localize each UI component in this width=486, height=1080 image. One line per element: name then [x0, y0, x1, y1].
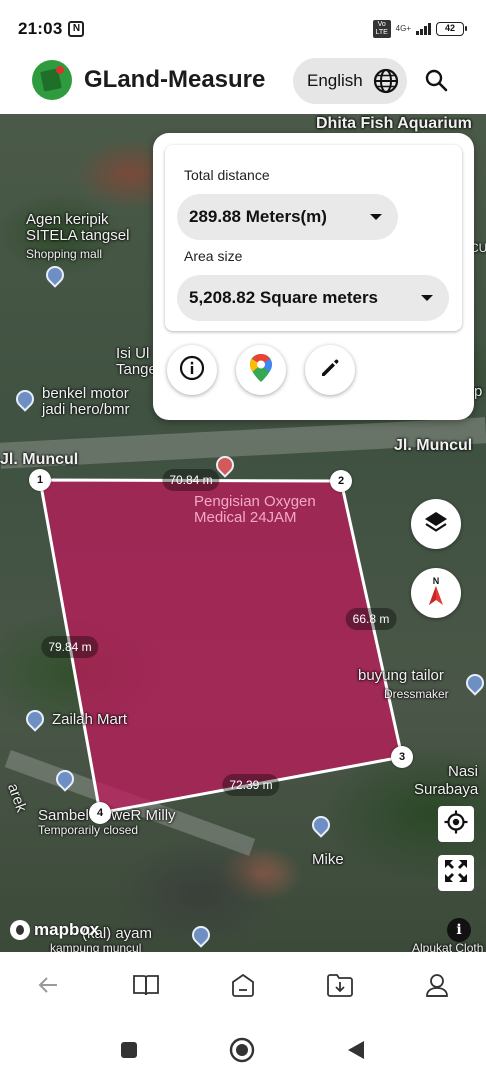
search-icon	[424, 69, 448, 96]
polygon-vertex-3[interactable]: 3	[391, 746, 413, 768]
total-distance-label: Total distance	[184, 167, 270, 183]
info-button[interactable]	[167, 345, 217, 395]
recents-icon	[119, 1040, 139, 1065]
bottom-toolbar	[0, 952, 486, 1022]
downloads-button[interactable]	[325, 972, 355, 1002]
nfc-icon: N	[68, 21, 85, 37]
mapbox-attribution: mapbox	[10, 920, 99, 940]
chevron-down-icon	[370, 214, 382, 220]
distance-value: 289.88 Meters(m)	[189, 207, 327, 226]
edge-length-label: 70.84 m	[162, 469, 220, 491]
volte-indicator: Vo LTE	[372, 20, 391, 38]
polygon-vertex-4[interactable]: 4	[89, 802, 111, 824]
area-value: 5,208.82 Square meters	[189, 288, 379, 307]
map-label-mike: Mike	[312, 851, 344, 868]
google-maps-icon	[249, 353, 273, 388]
account-button[interactable]	[422, 972, 452, 1002]
chevron-down-icon	[421, 295, 433, 301]
back-triangle-icon	[345, 1039, 367, 1066]
battery-icon: 42	[436, 22, 467, 36]
layers-button[interactable]	[411, 499, 461, 549]
edit-pencil-icon	[319, 357, 341, 384]
attribution-info-button[interactable]: i	[447, 918, 471, 942]
back-arrow-icon	[36, 973, 60, 1002]
book-icon	[132, 973, 160, 1002]
map-label-temporarily-closed: Temporarily closed	[38, 823, 139, 837]
language-selector[interactable]: English	[293, 58, 407, 104]
system-back-button[interactable]	[344, 1040, 368, 1064]
my-location-button[interactable]	[438, 806, 474, 842]
map-label-zailah: Zailah Mart	[52, 711, 128, 728]
system-navigation-bar	[0, 1022, 486, 1080]
edge-length-label: 79.84 m	[41, 636, 99, 658]
polygon-vertex-2[interactable]: 2	[330, 470, 352, 492]
measurement-summary: Total distance 289.88 Meters(m) Area siz…	[165, 145, 462, 331]
system-home-button[interactable]	[229, 1037, 255, 1064]
bookmarks-button[interactable]	[131, 972, 161, 1002]
compass-icon: N	[425, 575, 447, 612]
signal-icon	[416, 23, 431, 35]
fullscreen-button[interactable]	[438, 855, 474, 891]
back-button[interactable]	[33, 972, 63, 1002]
layers-icon	[423, 509, 449, 540]
language-label: English	[307, 71, 363, 90]
clock: 21:03	[18, 19, 63, 38]
google-maps-button[interactable]	[236, 345, 286, 395]
distance-unit-dropdown[interactable]: 289.88 Meters(m)	[177, 194, 398, 240]
edit-button[interactable]	[305, 345, 355, 395]
app-title: GLand-Measure	[84, 66, 266, 93]
app-bar: GLand-Measure English	[0, 58, 486, 114]
map-label-buyung: buyung tailor	[358, 667, 444, 684]
map-label-alpukat: Alpukat Cloth	[412, 941, 484, 952]
map-label-surabaya: Surabaya	[414, 781, 479, 798]
home-circle-icon	[229, 1037, 255, 1068]
fullscreen-icon	[443, 858, 469, 889]
map-label-oxygen: Pengisian Oxygen Medical 24JAM	[194, 493, 316, 526]
map-label-kampung: kampung muncul	[50, 941, 142, 952]
download-folder-icon	[326, 972, 354, 1003]
edge-length-label: 72.39 m	[222, 774, 280, 796]
mapbox-logo-icon	[10, 920, 30, 940]
info-icon	[179, 355, 205, 386]
globe-icon	[373, 68, 399, 99]
edge-length-label: 66.8 m	[345, 608, 397, 630]
my-location-icon	[443, 809, 469, 840]
status-bar: 21:03 N Vo LTE 4G+ 42	[0, 0, 486, 58]
measurement-card: Total distance 289.88 Meters(m) Area siz…	[153, 133, 474, 420]
map-label-dressmaker: Dressmaker	[384, 687, 449, 701]
area-size-label: Area size	[184, 248, 243, 264]
home-button[interactable]	[228, 972, 258, 1002]
recents-button[interactable]	[117, 1040, 141, 1064]
compass-button[interactable]: N	[411, 568, 461, 618]
search-button[interactable]	[424, 68, 448, 97]
account-icon	[424, 972, 450, 1003]
area-unit-dropdown[interactable]: 5,208.82 Square meters	[177, 275, 449, 321]
map-view[interactable]: Dhita Fish Aquarium Agen keripik SITELA t…	[0, 114, 486, 952]
map-label-nasi: Nasi	[448, 763, 479, 780]
app-logo	[32, 60, 72, 100]
home-icon	[230, 972, 256, 1003]
polygon-vertex-1[interactable]: 1	[29, 469, 51, 491]
svg-text:N: N	[433, 576, 440, 586]
network-type: 4G+	[395, 24, 411, 33]
